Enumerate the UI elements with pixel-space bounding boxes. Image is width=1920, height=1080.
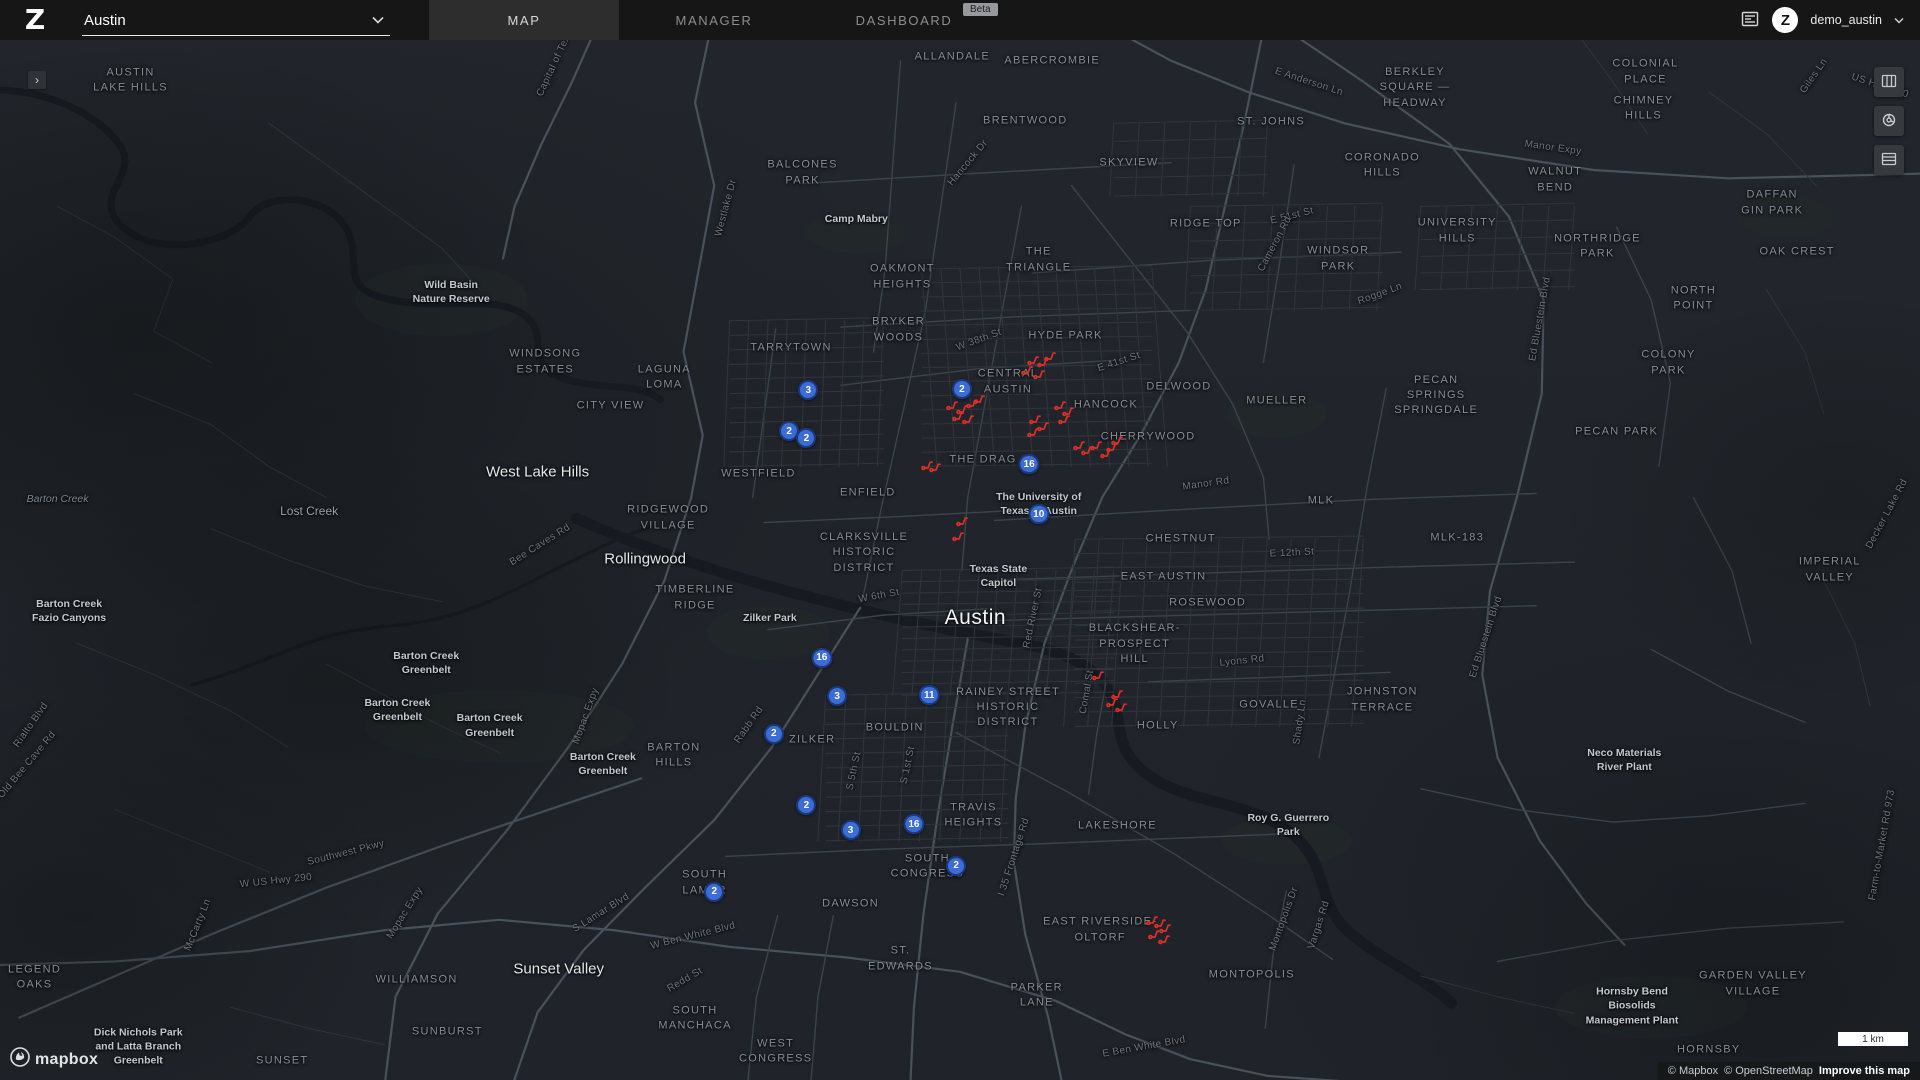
reports-button[interactable] [1740, 9, 1760, 32]
vehicle-marker[interactable] [1027, 425, 1039, 437]
user-menu-label[interactable]: demo_austin [1810, 13, 1882, 27]
map-canvas[interactable]: AUSTIN LAKE HILLSALLANDALEABERCROMBIEBRE… [0, 40, 1920, 1080]
vehicle-marker[interactable] [956, 514, 968, 526]
tab-map[interactable]: MAP [429, 0, 619, 40]
cluster-marker[interactable]: 2 [704, 882, 724, 902]
vehicle-marker[interactable] [973, 392, 985, 404]
list-view-button[interactable] [1874, 145, 1904, 175]
improve-map-link[interactable]: Improve this map [1819, 1065, 1910, 1077]
cluster-marker[interactable]: 16 [811, 648, 832, 668]
cluster-marker[interactable]: 3 [798, 380, 818, 400]
vehicle-marker[interactable] [1111, 433, 1123, 445]
vehicle-marker[interactable] [1033, 367, 1045, 379]
sidebar-expand-button[interactable]: › [28, 71, 46, 89]
cluster-toggle-button[interactable] [1874, 106, 1904, 136]
map-scale-bar: 1 km [1838, 1032, 1908, 1046]
user-avatar[interactable]: Z [1772, 7, 1798, 33]
cluster-marker[interactable]: 2 [946, 856, 966, 876]
vehicle-marker[interactable] [952, 529, 964, 541]
map-markers-layer: 32221610163112231622 [0, 40, 1920, 1080]
vehicle-marker[interactable] [1044, 349, 1056, 361]
cluster-marker[interactable]: 2 [796, 428, 816, 448]
mapbox-logo[interactable]: mapbox [10, 1047, 98, 1072]
cluster-marker[interactable]: 11 [919, 685, 940, 705]
mapbox-logo-icon [10, 1047, 30, 1072]
beta-badge: Beta [963, 3, 998, 16]
nav-right: Z demo_austin [1740, 7, 1920, 33]
cluster-marker[interactable]: 2 [796, 795, 816, 815]
vehicle-marker[interactable] [962, 412, 974, 424]
main-tabs: MAP MANAGER DASHBOARD [429, 0, 999, 40]
vehicle-marker[interactable] [929, 460, 941, 472]
mapbox-attribution-link[interactable]: © Mapbox [1668, 1065, 1718, 1077]
donut-chart-icon [1880, 111, 1898, 132]
cluster-marker[interactable]: 16 [1019, 454, 1040, 474]
newspaper-icon [1740, 9, 1760, 32]
cluster-marker[interactable]: 2 [764, 724, 784, 744]
vehicle-marker[interactable] [1092, 668, 1104, 680]
vehicle-marker[interactable] [1021, 363, 1033, 375]
top-nav: Z Austin MAP MANAGER DASHBOARD Beta Z de… [0, 0, 1920, 40]
cluster-marker[interactable]: 16 [903, 814, 924, 834]
map-attribution: © Mapbox © OpenStreetMap Improve this ma… [1658, 1062, 1920, 1080]
osm-attribution-link[interactable]: © OpenStreetMap [1724, 1065, 1813, 1077]
columns-icon [1880, 72, 1898, 93]
tab-manager[interactable]: MANAGER [619, 0, 809, 40]
map-controls [1874, 67, 1904, 175]
app-logo[interactable]: Z [12, 0, 58, 40]
cluster-marker[interactable]: 3 [841, 820, 861, 840]
city-selector[interactable]: Austin [82, 4, 390, 36]
vehicle-marker[interactable] [1115, 700, 1127, 712]
cluster-marker[interactable]: 10 [1028, 504, 1049, 524]
chevron-down-icon [372, 11, 384, 29]
user-menu-chevron-icon[interactable] [1894, 11, 1904, 29]
vehicle-marker[interactable] [1158, 932, 1170, 944]
rows-icon [1880, 150, 1898, 171]
table-view-button[interactable] [1874, 67, 1904, 97]
cluster-marker[interactable]: 3 [827, 686, 847, 706]
vehicle-marker[interactable] [1058, 412, 1070, 424]
mapbox-logo-text: mapbox [35, 1051, 98, 1069]
city-selector-value: Austin [84, 12, 126, 29]
